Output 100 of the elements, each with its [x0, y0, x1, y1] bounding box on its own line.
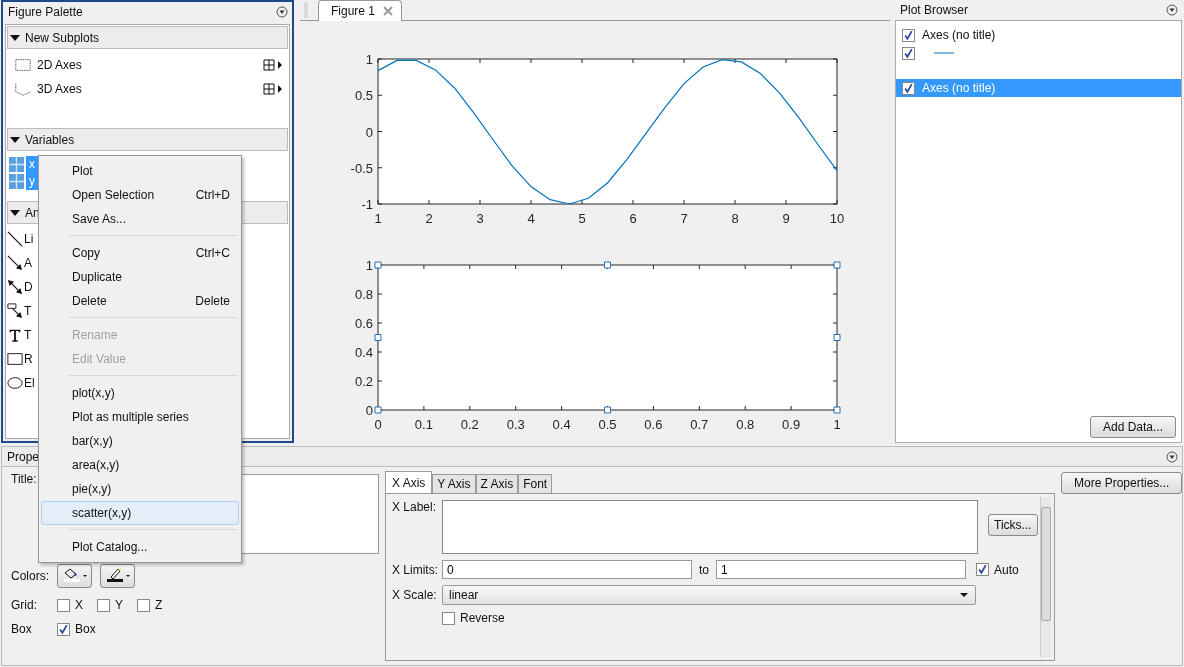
y-tick-label: 0 — [365, 403, 373, 418]
annotation-label[interactable]: Li — [24, 232, 34, 246]
x-tick-label: 2 — [425, 211, 433, 226]
x-tick-label: 5 — [578, 211, 586, 226]
menu-item[interactable]: Plot Catalog... — [41, 535, 239, 559]
menu-item[interactable]: Plot — [41, 159, 239, 183]
grid-layout-icon[interactable] — [263, 83, 285, 95]
close-icon[interactable] — [383, 6, 394, 16]
panel-title: Figure Palette — [8, 5, 83, 19]
subplot-item[interactable]: 2D Axes — [6, 53, 289, 77]
x-tick-label: 0.9 — [782, 417, 801, 432]
field-label: X Scale: — [392, 588, 438, 602]
x-tick-label: 6 — [629, 211, 637, 226]
panel-title: Plot Browser — [900, 3, 969, 17]
field-label: X Label: — [392, 500, 438, 514]
menu-item[interactable]: plot(x,y) — [41, 381, 239, 405]
checkbox[interactable] — [902, 28, 915, 42]
expand-icon[interactable] — [10, 32, 20, 43]
y-tick-label: 0.8 — [354, 287, 373, 302]
section-title: Variables — [25, 132, 75, 147]
subplot-item[interactable]: 3D Axes — [6, 77, 289, 101]
axis-tab[interactable]: X Axis — [385, 471, 433, 493]
dropdown-icon[interactable] — [1166, 4, 1178, 16]
line-sample-icon — [934, 51, 954, 55]
add-data-button[interactable]: Add Data... — [1089, 416, 1176, 438]
menu-item[interactable]: scatter(x,y) — [41, 501, 239, 525]
checkbox[interactable] — [902, 46, 915, 60]
more-properties-button[interactable]: More Properties... — [1061, 472, 1183, 494]
edge-color-button[interactable] — [100, 564, 135, 588]
field-label: to — [699, 562, 709, 577]
x-tick-label: 7 — [680, 211, 688, 226]
annotation-label[interactable]: R — [24, 352, 33, 366]
fill-color-button[interactable] — [57, 564, 92, 588]
field-label: Title: — [11, 472, 38, 486]
menu-item[interactable]: Copy Ctrl+C — [41, 241, 239, 265]
annotation-label[interactable]: El — [24, 376, 35, 390]
annotation-label[interactable]: A — [24, 256, 32, 270]
menu-item[interactable]: Open Selection Ctrl+D — [41, 183, 239, 207]
annotation-label[interactable]: T — [24, 328, 32, 342]
checkbox[interactable] — [902, 81, 915, 95]
x-scale-dropdown[interactable]: linear — [442, 585, 976, 605]
field-label: Colors: — [11, 569, 49, 583]
y-tick-label: 1 — [365, 258, 373, 273]
x-tick-label: 3 — [476, 211, 484, 226]
ellipse-icon — [7, 375, 23, 391]
dropdown-icon[interactable] — [276, 6, 288, 18]
check-icon — [977, 564, 988, 575]
annotation-label[interactable]: D — [24, 280, 33, 294]
x-label-field[interactable] — [442, 500, 978, 554]
x-limit-min-field[interactable]: 0 — [442, 560, 692, 579]
text-arrow-icon — [7, 303, 23, 319]
axis-tab[interactable]: Y Axis — [432, 474, 476, 493]
axis-tab[interactable]: Z Axis — [475, 474, 519, 493]
arrow-icon — [7, 255, 23, 271]
x-tick-label: 0 — [374, 417, 382, 432]
y-tick-label: -1 — [361, 197, 373, 212]
menu-item[interactable]: bar(x,y) — [41, 429, 239, 453]
axes-2d-icon — [14, 57, 32, 73]
section-header[interactable]: New Subplots — [7, 26, 288, 49]
grid-checkbox[interactable]: Y — [97, 598, 124, 612]
field-label: X Limits: — [392, 562, 438, 577]
axis-tab[interactable]: Font — [518, 474, 553, 493]
y-tick-label: 0.6 — [354, 316, 373, 331]
menu-item[interactable]: pie(x,y) — [41, 477, 239, 501]
menu-item[interactable]: area(x,y) — [41, 453, 239, 477]
reverse-checkbox[interactable]: Reverse — [442, 611, 505, 625]
y-tick-label: 0.4 — [354, 345, 373, 360]
selection-handles[interactable] — [374, 261, 841, 414]
x-tick-label: 0.5 — [598, 417, 617, 432]
y-tick-label: 0.2 — [354, 374, 373, 389]
figure-tab[interactable]: Figure 1 — [318, 0, 403, 21]
x-tick-label: 0.4 — [552, 417, 571, 432]
box-checkbox[interactable]: Box — [57, 622, 96, 636]
variable-icon — [9, 157, 24, 172]
x-tick-label: 10 — [829, 211, 845, 226]
auto-checkbox[interactable]: Auto — [976, 562, 1019, 577]
text-icon — [7, 327, 23, 343]
section-header[interactable]: Variables — [7, 128, 288, 151]
y-tick-label: 0 — [365, 124, 373, 140]
menu-item[interactable]: Duplicate — [41, 265, 239, 289]
x-tick-label: 0.2 — [460, 417, 479, 432]
scrollbar[interactable] — [1040, 497, 1051, 657]
plot-browser-item[interactable]: Axes (no title) — [896, 26, 1181, 44]
y-tick-label: 0.5 — [354, 88, 373, 104]
x-tick-label: 0.1 — [414, 417, 433, 432]
x-limit-max-field[interactable]: 1 — [716, 560, 966, 579]
expand-icon[interactable] — [10, 134, 20, 145]
ticks-button[interactable]: Ticks... — [988, 514, 1038, 536]
menu-item[interactable]: Save As... — [41, 207, 239, 231]
x-tick-label: 8 — [731, 211, 739, 226]
grid-layout-icon[interactable] — [263, 59, 285, 71]
dropdown-icon[interactable] — [1166, 450, 1178, 463]
x-tick-label: 0.6 — [644, 417, 663, 432]
expand-icon[interactable] — [10, 207, 20, 218]
rectangle-icon — [7, 351, 23, 367]
annotation-label[interactable]: T — [24, 304, 32, 318]
x-tick-label: 0.3 — [506, 417, 525, 432]
menu-item[interactable]: Plot as multiple series — [41, 405, 239, 429]
menu-item[interactable]: Delete Delete — [41, 289, 239, 313]
variable-icon — [9, 174, 24, 189]
